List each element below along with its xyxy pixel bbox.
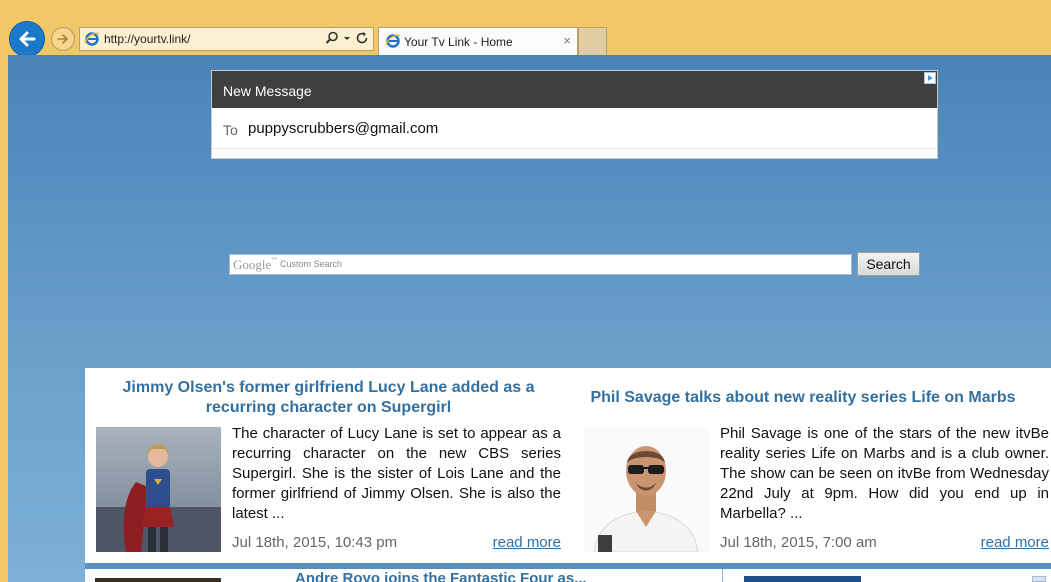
article-thumbnail[interactable]: [584, 427, 709, 552]
google-logo: Google™: [233, 257, 278, 272]
url-text[interactable]: http://yourtv.link/: [104, 32, 190, 46]
column-divider: [722, 569, 723, 582]
forward-arrow-icon: [57, 34, 68, 44]
browser-chrome: http://yourtv.link/ Your Tv Link - Home …: [0, 0, 1051, 57]
article-thumbnail[interactable]: [96, 427, 221, 552]
read-more-link[interactable]: read more: [493, 534, 561, 551]
search-button[interactable]: Search: [857, 252, 920, 276]
new-tab-button[interactable]: [578, 27, 607, 55]
article-date: Jul 18th, 2015, 7:00 am: [720, 534, 877, 551]
close-icon[interactable]: ×: [563, 33, 571, 48]
article-thumbnail[interactable]: [95, 578, 221, 582]
back-button[interactable]: [9, 21, 45, 57]
article-title[interactable]: Andre Royo joins the Fantastic Four as..…: [295, 570, 587, 582]
ad-choices-icon[interactable]: [1032, 576, 1046, 582]
ie-logo-icon: [385, 34, 401, 48]
refresh-icon[interactable]: [355, 31, 369, 45]
article-list: Jimmy Olsen's former girlfriend Lucy Lan…: [85, 368, 1051, 582]
ad-to-label: To: [223, 122, 238, 138]
article-date: Jul 18th, 2015, 10:43 pm: [232, 534, 398, 551]
address-bar[interactable]: http://yourtv.link/: [79, 27, 374, 51]
ad-header: New Message: [212, 71, 937, 108]
ad-email: puppyscrubbers@gmail.com: [248, 120, 439, 137]
tab-your-tv-link[interactable]: Your Tv Link - Home ×: [378, 27, 578, 55]
article-title[interactable]: Phil Savage talks about new reality seri…: [583, 388, 1023, 408]
ad-choices-icon[interactable]: [924, 72, 936, 84]
ad-image[interactable]: [744, 576, 861, 582]
ad-header-title: New Message: [223, 83, 312, 99]
article-excerpt: The character of Lucy Lane is set to app…: [232, 425, 561, 522]
tab-title: Your Tv Link - Home: [404, 35, 513, 49]
ie-logo-icon: [84, 32, 100, 46]
article-card: Jimmy Olsen's former girlfriend Lucy Lan…: [85, 368, 567, 563]
article-excerpt: Phil Savage is one of the stars of the n…: [720, 425, 1049, 522]
search-placeholder: Custom Search: [280, 259, 343, 269]
back-arrow-icon: [19, 31, 36, 47]
article-title[interactable]: Jimmy Olsen's former girlfriend Lucy Lan…: [107, 378, 550, 418]
page-viewport: New Message To puppyscrubbers@gmail.com …: [8, 55, 1051, 582]
row-separator: [85, 563, 1051, 569]
forward-button[interactable]: [51, 27, 75, 51]
read-more-link[interactable]: read more: [981, 534, 1049, 551]
search-icon[interactable]: [325, 31, 339, 45]
article-card: Phil Savage talks about new reality seri…: [573, 368, 1051, 563]
dropdown-icon[interactable]: [343, 31, 351, 45]
ad-banner[interactable]: New Message To puppyscrubbers@gmail.com: [211, 70, 938, 159]
ad-divider: [212, 148, 937, 149]
address-tools: [325, 31, 369, 45]
search-input[interactable]: Google™ Custom Search: [229, 254, 852, 275]
